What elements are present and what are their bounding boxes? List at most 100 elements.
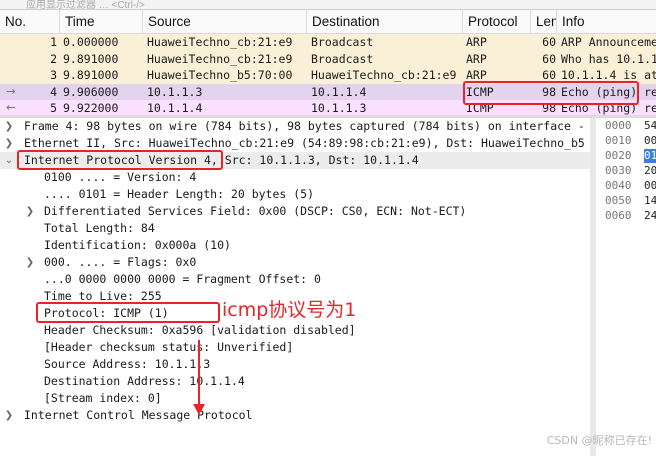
hex-row: 0050 14 [596, 194, 656, 208]
packet-time: 0.000000 [63, 35, 119, 49]
hex-offset: 0030 [605, 164, 632, 177]
hex-bytes-selected: 01 [644, 149, 656, 163]
packet-destination: Broadcast [311, 51, 374, 66]
packet-info: Who has 10.1.1 [561, 51, 656, 66]
tree-item-frame[interactable]: ❯ Frame 4: 98 bytes on wire (784 bits), … [0, 118, 590, 135]
expand-arrow-icon[interactable]: ❯ [3, 118, 15, 135]
hex-row: 0010 00 [596, 134, 656, 148]
hex-bytes: 24 [644, 209, 656, 222]
packet-no: 2 [50, 51, 57, 66]
watermark: CSDN @昵称已存在! [546, 434, 652, 447]
tree-item-label: Differentiated Services Field: 0x00 (DSC… [44, 204, 467, 218]
collapse-arrow-icon[interactable]: ⌄ [3, 152, 15, 169]
packet-no: 1 [50, 35, 57, 49]
display-filter-placeholder: 应用显示过滤器 … <Ctrl-/> [26, 0, 145, 10]
annotation-arrow-head-icon [193, 404, 205, 415]
packet-row[interactable]: 2 9.891000 HuaweiTechno_cb:21:e9 Broadca… [0, 50, 656, 67]
tree-item-checksum-status[interactable]: [Header checksum status: Unverified] [0, 339, 590, 356]
annotation-text: icmp协议号为1 [222, 299, 357, 321]
expand-arrow-icon[interactable]: ❯ [3, 407, 15, 424]
tree-item-dsfield[interactable]: ❯ Differentiated Services Field: 0x00 (D… [0, 203, 590, 220]
packet-destination: Broadcast [311, 35, 374, 49]
hex-offset: 0000 [605, 119, 632, 132]
highlight-box-icmp-row [463, 81, 639, 105]
tree-item-flags[interactable]: ❯ 000. .... = Flags: 0x0 [0, 254, 590, 271]
packet-source: 10.1.1.3 [147, 84, 203, 99]
tree-item-label: [Stream index: 0] [44, 391, 162, 405]
hex-offset: 0040 [605, 179, 632, 192]
packet-time: 9.891000 [63, 51, 119, 66]
tree-item-label: Identification: 0x000a (10) [44, 238, 231, 252]
tree-item-fragment-offset[interactable]: ...0 0000 0000 0000 = Fragment Offset: 0 [0, 271, 590, 288]
packet-destination: HuaweiTechno_cb:21:e9 [311, 68, 457, 82]
packet-info: ARP Announcement [561, 35, 656, 49]
expand-arrow-icon[interactable]: ❯ [3, 135, 15, 152]
packet-protocol: ARP [466, 51, 487, 66]
tree-item-stream-index[interactable]: [Stream index: 0] [0, 390, 590, 407]
column-header-info[interactable]: Info [557, 10, 656, 33]
tree-item-label: Total Length: 84 [44, 221, 155, 235]
packet-source: HuaweiTechno_cb:21:e9 [147, 35, 293, 49]
highlight-box-protocol [36, 302, 220, 323]
tree-item-label: Header Checksum: 0xa596 [validation disa… [44, 323, 356, 337]
column-header-source[interactable]: Source [143, 10, 307, 33]
packet-source: 10.1.1.4 [147, 101, 203, 115]
packet-length: 60 [542, 35, 556, 49]
tree-item-destination-address[interactable]: Destination Address: 10.1.1.4 [0, 373, 590, 390]
tree-item-label: 0100 .... = Version: 4 [44, 170, 197, 184]
expand-arrow-icon[interactable]: ❯ [24, 254, 36, 271]
tree-item-label: .... 0101 = Header Length: 20 bytes (5) [44, 187, 315, 201]
annotation-arrow-line [198, 340, 200, 406]
packet-no: 4 [50, 84, 57, 99]
tree-item-label: 000. .... = Flags: 0x0 [44, 255, 197, 269]
tree-item-version[interactable]: 0100 .... = Version: 4 [0, 169, 590, 186]
expand-arrow-icon[interactable]: ❯ [24, 203, 36, 220]
column-header-protocol[interactable]: Protocol [463, 10, 531, 33]
hex-row: 0020 01 [596, 149, 656, 163]
tree-item-header-checksum[interactable]: Header Checksum: 0xa596 [validation disa… [0, 322, 590, 339]
packet-destination: 10.1.1.4 [311, 84, 367, 99]
tree-item-label: Frame 4: 98 bytes on wire (784 bits), 98… [24, 119, 585, 133]
packet-no: 5 [50, 101, 57, 115]
hex-row: 0040 00 [596, 179, 656, 193]
tree-item-header-length[interactable]: .... 0101 = Header Length: 20 bytes (5) [0, 186, 590, 203]
hex-offset: 0020 [605, 149, 632, 162]
tree-item-total-length[interactable]: Total Length: 84 [0, 220, 590, 237]
packet-time: 9.922000 [63, 101, 119, 115]
tree-item-identification[interactable]: Identification: 0x000a (10) [0, 237, 590, 254]
column-header-length[interactable]: Len [531, 10, 557, 33]
packet-list-header: No. Time Source Destination Protocol Len… [0, 10, 656, 34]
hex-bytes: 20 [644, 164, 656, 177]
packet-protocol: ARP [466, 35, 487, 49]
hex-bytes: 54 [644, 119, 656, 132]
packet-bytes-pane[interactable]: 0000 54 0010 00 0020 01 0030 20 0040 00 … [596, 118, 656, 456]
tree-item-label: ...0 0000 0000 0000 = Fragment Offset: 0 [44, 272, 321, 286]
highlight-box-ipv4 [17, 150, 223, 170]
column-header-no[interactable]: No. [0, 10, 60, 33]
hex-row: 0000 54 [596, 119, 656, 133]
hex-row: 0030 20 [596, 164, 656, 178]
packet-source: HuaweiTechno_cb:21:e9 [147, 51, 293, 66]
packet-row[interactable]: 1 0.000000 HuaweiTechno_cb:21:e9 Broadca… [0, 34, 656, 51]
packet-length: 60 [542, 51, 556, 66]
hex-bytes: 14 [644, 194, 656, 207]
hex-row: 0060 24 [596, 209, 656, 223]
packet-time: 9.891000 [63, 68, 119, 82]
packet-time: 9.906000 [63, 84, 119, 99]
hex-offset: 0050 [605, 194, 632, 207]
hex-offset: 0010 [605, 134, 632, 147]
tree-item-icmp[interactable]: ❯ Internet Control Message Protocol [0, 407, 590, 424]
display-filter-bar[interactable]: 应用显示过滤器 … <Ctrl-/> [0, 0, 656, 10]
packet-source: HuaweiTechno_b5:70:00 [147, 68, 293, 82]
hex-offset: 0060 [605, 209, 632, 222]
packet-destination: 10.1.1.3 [311, 101, 367, 115]
tree-item-label: [Header checksum status: Unverified] [44, 340, 294, 354]
packet-no: 3 [50, 68, 57, 82]
tree-item-label: Source Address: 10.1.1.3 [44, 357, 211, 371]
column-header-time[interactable]: Time [60, 10, 143, 33]
column-header-destination[interactable]: Destination [307, 10, 463, 33]
tree-item-source-address[interactable]: Source Address: 10.1.1.3 [0, 356, 590, 373]
tree-item-label: Internet Control Message Protocol [24, 408, 253, 422]
hex-bytes: 00 [644, 134, 656, 147]
hex-bytes: 00 [644, 179, 656, 192]
